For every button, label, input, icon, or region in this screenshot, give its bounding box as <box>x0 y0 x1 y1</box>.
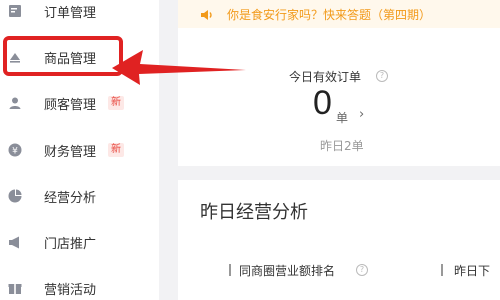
annotation-arrow <box>112 50 246 85</box>
app-root: 订单管理 商品管理 顾客管理 新 ¥ 财务管理 新 经营分析 门店推广 营销活动… <box>0 0 500 300</box>
